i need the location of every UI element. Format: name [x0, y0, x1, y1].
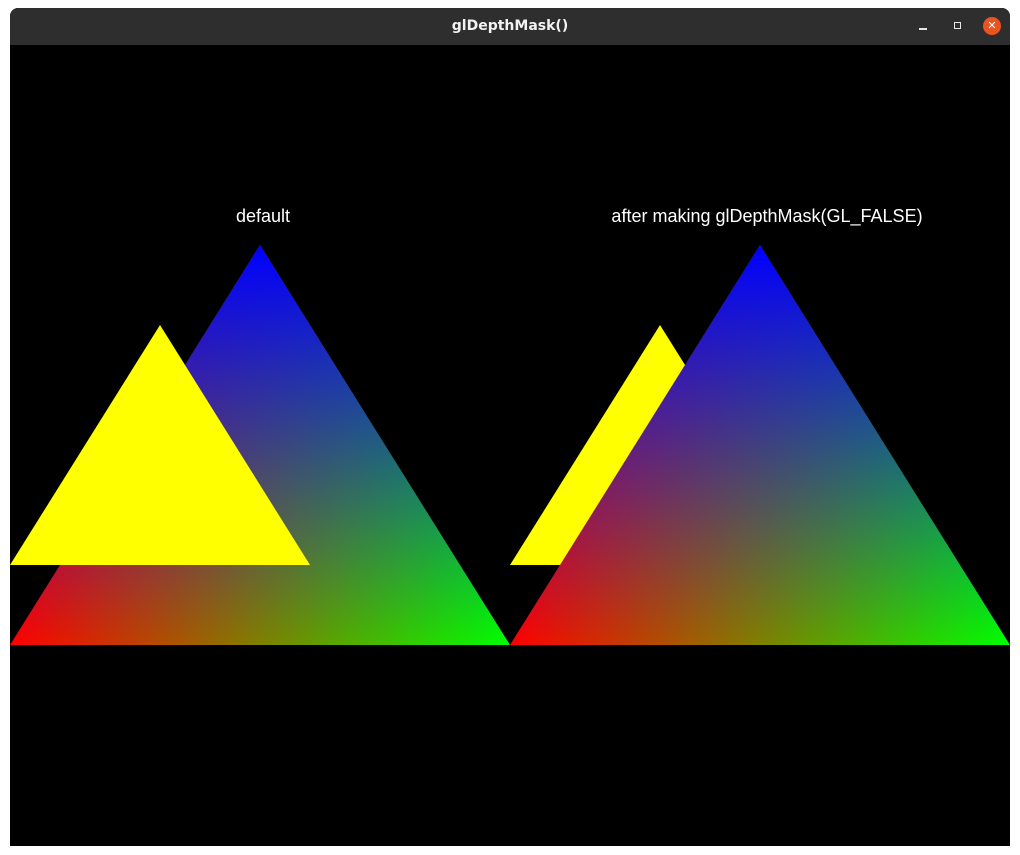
close-icon: ✕ — [987, 19, 997, 32]
window-title: glDepthMask() — [451, 18, 569, 34]
right-label: after making glDepthMask(GL_FALSE) — [611, 206, 923, 226]
minimize-icon — [919, 28, 927, 30]
app-window: glDepthMask() ✕ default after making glD… — [10, 8, 1010, 846]
gl-canvas[interactable]: default after making glDepthMask(GL_FALS… — [10, 45, 1010, 846]
maximize-icon — [954, 22, 961, 29]
left-label: default — [235, 206, 291, 226]
title-bar[interactable]: glDepthMask() ✕ — [10, 8, 1010, 45]
scene-svg — [10, 245, 1010, 645]
left-scene — [10, 245, 510, 645]
maximize-button[interactable] — [949, 17, 967, 35]
right-scene — [510, 245, 1010, 645]
minimize-button[interactable] — [914, 17, 932, 35]
close-button[interactable]: ✕ — [983, 17, 1001, 35]
